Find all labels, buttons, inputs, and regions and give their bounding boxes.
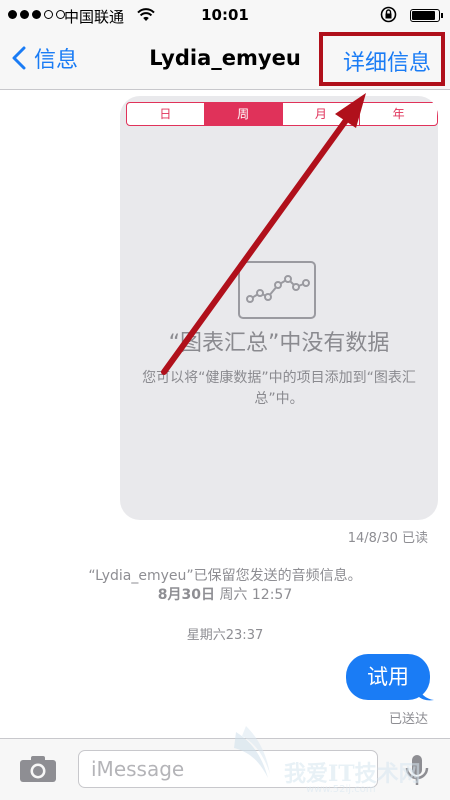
message-timestamp: 星期六23:37 (186, 628, 264, 643)
segment-0[interactable]: 日 (127, 103, 205, 125)
wing-logo-icon (234, 726, 270, 778)
period-segmented-control: 日周月年 (126, 102, 438, 126)
battery-icon (410, 9, 440, 22)
system-note-time: 周六 12:57 (219, 587, 293, 603)
status-bar: 中国联通 10:01 (0, 0, 450, 30)
rotation-lock-icon (380, 6, 397, 27)
nav-bar: 信息 Lydia_emyeu 详细信息 (0, 30, 450, 90)
empty-state-description: 您可以将“健康数据”中的项目添加到“图表汇总”中。 (142, 370, 416, 407)
system-note: “Lydia_emyeu”已保留您发送的音频信息。 8月30日 周六 12:57 (0, 567, 450, 605)
segment-2[interactable]: 月 (283, 103, 361, 125)
empty-state-title: “图表汇总”中没有数据 (168, 331, 390, 356)
system-note-date: 8月30日 (157, 587, 215, 603)
system-note-text: “Lydia_emyeu”已保留您发送的音频信息。 (88, 568, 362, 584)
watermark-url: www.52ij.com (306, 784, 376, 795)
health-share-bubble[interactable]: 日周月年 “图表汇总”中没有数据 您可以将“健康数据”中的项目添加到“图表汇总”… (120, 96, 438, 520)
line-chart-icon (238, 261, 316, 323)
segment-3[interactable]: 年 (360, 103, 437, 125)
segment-1[interactable]: 周 (204, 103, 283, 125)
system-note-datetime: 8月30日 周六 12:57 (0, 586, 450, 605)
watermark: 我爱IT技术网 www.52ij.com (232, 722, 450, 800)
bubble-tail (418, 686, 434, 701)
read-receipt: 14/8/30 已读 (347, 531, 428, 546)
camera-icon[interactable] (19, 755, 57, 787)
battery-tip (441, 13, 443, 18)
annotation-highlight-box (319, 32, 445, 86)
